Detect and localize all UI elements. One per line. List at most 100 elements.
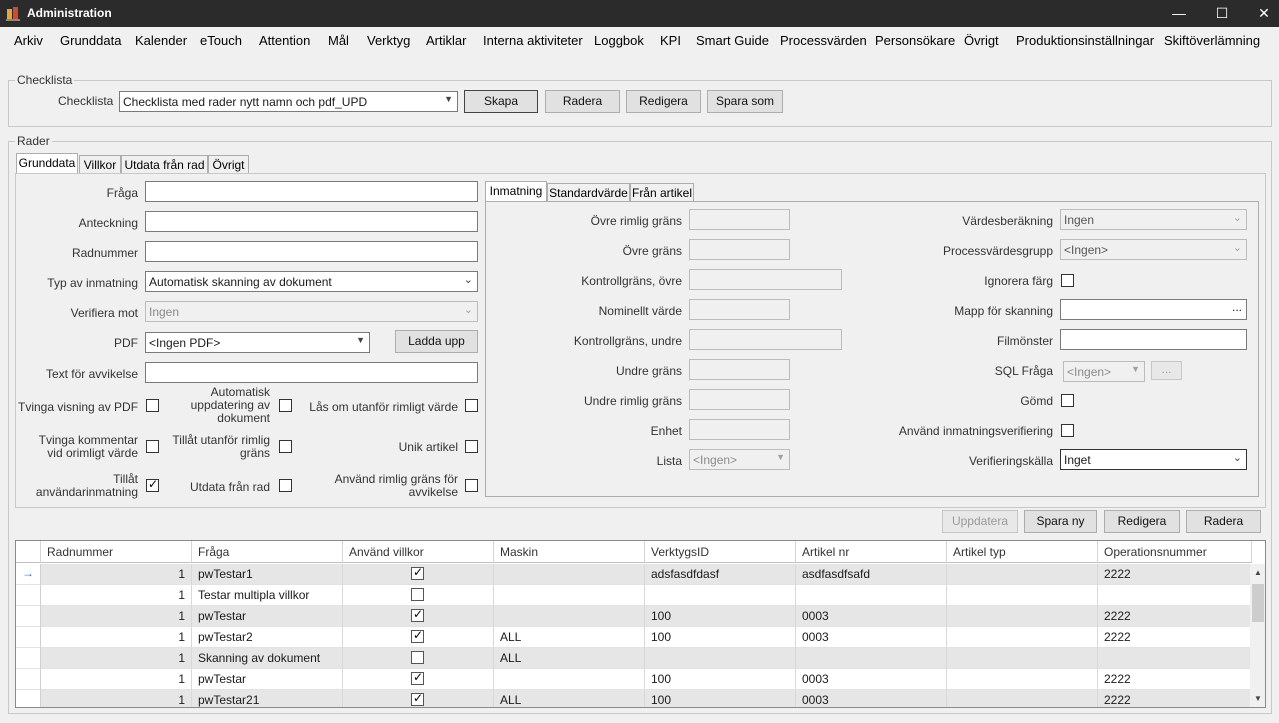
radera-rad-button[interactable]: Radera (1186, 510, 1261, 533)
cell-artikel-nr[interactable]: 0003 (796, 606, 947, 627)
radnummer-input[interactable] (145, 241, 478, 262)
cell-fraga[interactable]: pwTestar (192, 606, 343, 627)
tillat-utanfor-checkbox[interactable] (279, 440, 292, 453)
tab-villkor[interactable]: Villkor (79, 155, 121, 174)
anvand-villkor-checkbox[interactable] (411, 588, 424, 601)
row-header[interactable] (16, 606, 41, 627)
cell-artikel-nr[interactable]: 0003 (796, 669, 947, 690)
anvand-villkor-checkbox[interactable] (411, 565, 424, 580)
cell-fraga[interactable]: pwTestar (192, 669, 343, 690)
cell-operationsnummer[interactable]: 2222 (1098, 627, 1252, 648)
unik-artikel-checkbox[interactable] (465, 440, 478, 453)
tab-utdata-fran-rad[interactable]: Utdata från rad (121, 155, 208, 174)
menu-artiklar[interactable]: Artiklar (426, 33, 466, 48)
cell-radnummer[interactable]: 1 (41, 606, 192, 627)
column-header-verktygsid[interactable]: VerktygsID (645, 541, 796, 563)
ignorera-farg-checkbox[interactable] (1061, 274, 1074, 287)
table-row[interactable]: 1 Testar multipla villkor (16, 585, 1252, 606)
cell-operationsnummer[interactable] (1098, 585, 1252, 606)
anvand-villkor-checkbox[interactable] (411, 628, 424, 643)
scrollbar-thumb[interactable] (1252, 584, 1264, 622)
column-header-fraga[interactable]: Fråga (192, 541, 343, 563)
table-row[interactable]: 1 Skanning av dokument ALL (16, 648, 1252, 669)
browse-ellipsis-icon[interactable]: ... (1232, 300, 1242, 314)
cell-verktygsid[interactable]: 100 (645, 669, 796, 690)
cell-artikel-typ[interactable] (947, 648, 1098, 669)
cell-radnummer[interactable]: 1 (41, 648, 192, 669)
gomd-checkbox[interactable] (1061, 394, 1074, 407)
menu-loggbok[interactable]: Loggbok (594, 33, 644, 48)
cell-artikel-typ[interactable] (947, 627, 1098, 648)
las-utanfor-checkbox[interactable] (465, 399, 478, 412)
row-header[interactable] (16, 648, 41, 669)
row-header[interactable] (16, 669, 41, 690)
ladda-upp-button[interactable]: Ladda upp (395, 330, 478, 353)
cell-artikel-typ[interactable] (947, 585, 1098, 606)
column-header-anvand-villkor[interactable]: Använd villkor (343, 541, 494, 563)
menu-attention[interactable]: Attention (259, 33, 310, 48)
typ-av-inmatning-select[interactable]: Automatisk skanning av dokument ⌄ (145, 271, 478, 292)
cell-radnummer[interactable]: 1 (41, 690, 192, 707)
skapa-button[interactable]: Skapa (464, 90, 538, 113)
menu-produktionsinstallningar[interactable]: Produktionsinställningar (1016, 33, 1154, 48)
cell-artikel-nr[interactable]: asdfasdfsafd (796, 564, 947, 585)
tab-ovrigt[interactable]: Övrigt (208, 155, 249, 174)
vertical-scrollbar[interactable]: ▲ ▼ (1250, 564, 1265, 707)
menu-grunddata[interactable]: Grunddata (60, 33, 121, 48)
radera-checklista-button[interactable]: Radera (545, 90, 620, 113)
cell-operationsnummer[interactable] (1098, 648, 1252, 669)
table-row[interactable]: 1pwTestar 1000003 2222 (16, 606, 1252, 627)
column-header-radnummer[interactable]: Radnummer (41, 541, 192, 563)
cell-maskin[interactable] (494, 606, 645, 627)
spara-som-button[interactable]: Spara som (707, 90, 783, 113)
menu-arkiv[interactable]: Arkiv (14, 33, 43, 48)
menu-ovrigt[interactable]: Övrigt (964, 33, 999, 48)
menu-kpi[interactable]: KPI (660, 33, 681, 48)
cell-fraga[interactable]: pwTestar2 (192, 627, 343, 648)
cell-artikel-nr[interactable]: 0003 (796, 627, 947, 648)
row-header[interactable] (16, 627, 41, 648)
table-row[interactable]: → 1pwTestar1 adsfasdfdasfasdfasdfsafd 2222 (16, 564, 1252, 585)
cell-operationsnummer[interactable]: 2222 (1098, 690, 1252, 707)
anvand-rimlig-grans-checkbox[interactable] (465, 479, 478, 492)
utdata-fran-rad-checkbox[interactable] (279, 479, 292, 492)
automatisk-uppdatering-checkbox[interactable] (279, 399, 292, 412)
cell-radnummer[interactable]: 1 (41, 627, 192, 648)
anvand-inmatningsverifiering-checkbox[interactable] (1061, 424, 1074, 437)
anteckning-input[interactable] (145, 211, 478, 232)
cell-verktygsid[interactable]: 100 (645, 606, 796, 627)
row-header[interactable] (16, 585, 41, 606)
tab-grunddata[interactable]: Grunddata (16, 153, 78, 174)
menu-etouch[interactable]: eTouch (200, 33, 242, 48)
row-header[interactable]: → (16, 564, 41, 585)
menu-mal[interactable]: Mål (328, 33, 349, 48)
cell-radnummer[interactable]: 1 (41, 669, 192, 690)
cell-operationsnummer[interactable]: 2222 (1098, 564, 1252, 585)
cell-maskin[interactable] (494, 669, 645, 690)
redigera-checklista-button[interactable]: Redigera (626, 90, 701, 113)
cell-maskin[interactable] (494, 564, 645, 585)
text-for-avvikelse-input[interactable] (145, 362, 478, 383)
maximize-button[interactable]: ☐ (1199, 0, 1245, 27)
cell-maskin[interactable]: ALL (494, 648, 645, 669)
menu-interna-aktiviteter[interactable]: Interna aktiviteter (483, 33, 583, 48)
anvand-villkor-checkbox[interactable] (411, 670, 424, 685)
uppdatera-button[interactable]: Uppdatera (942, 510, 1018, 533)
cell-verktygsid[interactable]: adsfasdfdasf (645, 564, 796, 585)
fraga-input[interactable] (145, 181, 478, 202)
cell-artikel-nr[interactable] (796, 585, 947, 606)
cell-fraga[interactable]: pwTestar21 (192, 690, 343, 707)
cell-fraga[interactable]: Skanning av dokument (192, 648, 343, 669)
cell-artikel-typ[interactable] (947, 690, 1098, 707)
minimize-button[interactable]: — (1156, 0, 1202, 27)
cell-maskin[interactable]: ALL (494, 627, 645, 648)
cell-fraga[interactable]: Testar multipla villkor (192, 585, 343, 606)
column-header-operationsnummer[interactable]: Operationsnummer (1098, 541, 1252, 563)
verifieringskalla-select[interactable]: Inget ⌄ (1060, 449, 1247, 470)
menu-personsokare[interactable]: Personsökare (875, 33, 955, 48)
scroll-up-arrow-icon[interactable]: ▲ (1254, 568, 1262, 577)
cell-radnummer[interactable]: 1 (41, 585, 192, 606)
cell-fraga[interactable]: pwTestar1 (192, 564, 343, 585)
tab-standardvarde[interactable]: Standardvärde (547, 183, 630, 202)
tvinga-visning-pdf-checkbox[interactable] (146, 399, 159, 412)
